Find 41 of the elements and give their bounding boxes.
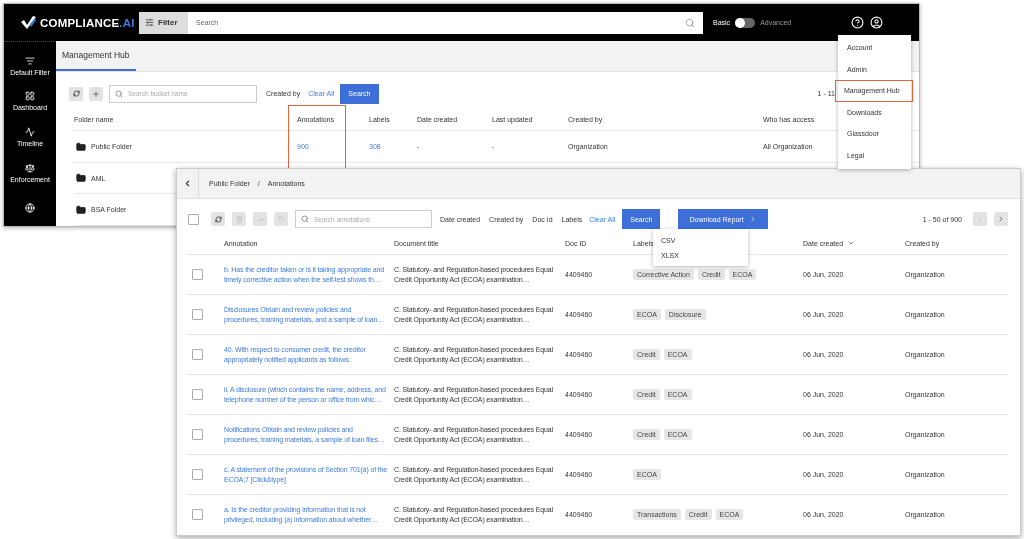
chevron-left-icon	[183, 179, 192, 188]
refresh-icon	[72, 90, 80, 98]
checkbox[interactable]	[188, 213, 199, 225]
chevron-left-icon	[976, 215, 984, 223]
logo-text: COMPLIANCE.AI	[40, 16, 135, 29]
search-icon	[685, 17, 695, 28]
next-page-button[interactable]	[994, 212, 1008, 226]
trash-icon	[235, 215, 243, 223]
refresh-button[interactable]	[211, 212, 225, 226]
chevron-right-icon	[997, 215, 1005, 223]
checkbox[interactable]	[192, 389, 203, 400]
checkbox[interactable]	[192, 269, 203, 280]
filter-button[interactable]: Filter	[139, 11, 188, 34]
forward-arrow-icon	[256, 215, 264, 223]
tab[interactable]: Management Hub	[56, 41, 136, 71]
checkbox[interactable]	[192, 349, 203, 360]
checkbox[interactable]	[192, 309, 203, 320]
logo-icon	[21, 16, 36, 29]
mode-toggle[interactable]	[735, 17, 756, 28]
plus-icon	[92, 89, 100, 98]
tag-icon	[277, 215, 285, 223]
filter-icon	[25, 55, 35, 66]
search-icon	[301, 215, 309, 223]
dashboard-icon	[25, 91, 35, 102]
sort-icon[interactable]	[847, 239, 856, 247]
checkbox[interactable]	[192, 469, 203, 480]
checkbox[interactable]	[192, 429, 203, 440]
folder-icon	[76, 204, 86, 215]
search-icon	[115, 89, 123, 98]
scale-icon	[25, 162, 35, 173]
globe-icon	[25, 203, 35, 214]
checkbox[interactable]	[192, 509, 203, 520]
refresh-button[interactable]	[69, 86, 83, 101]
folder-icon	[76, 141, 86, 152]
add-button[interactable]	[89, 86, 103, 101]
user-icon[interactable]	[870, 16, 883, 29]
folder-icon	[76, 173, 86, 184]
refresh-icon	[214, 215, 222, 223]
help-icon[interactable]	[851, 16, 864, 29]
sliders-icon	[145, 18, 154, 27]
timeline-icon	[25, 127, 35, 137]
